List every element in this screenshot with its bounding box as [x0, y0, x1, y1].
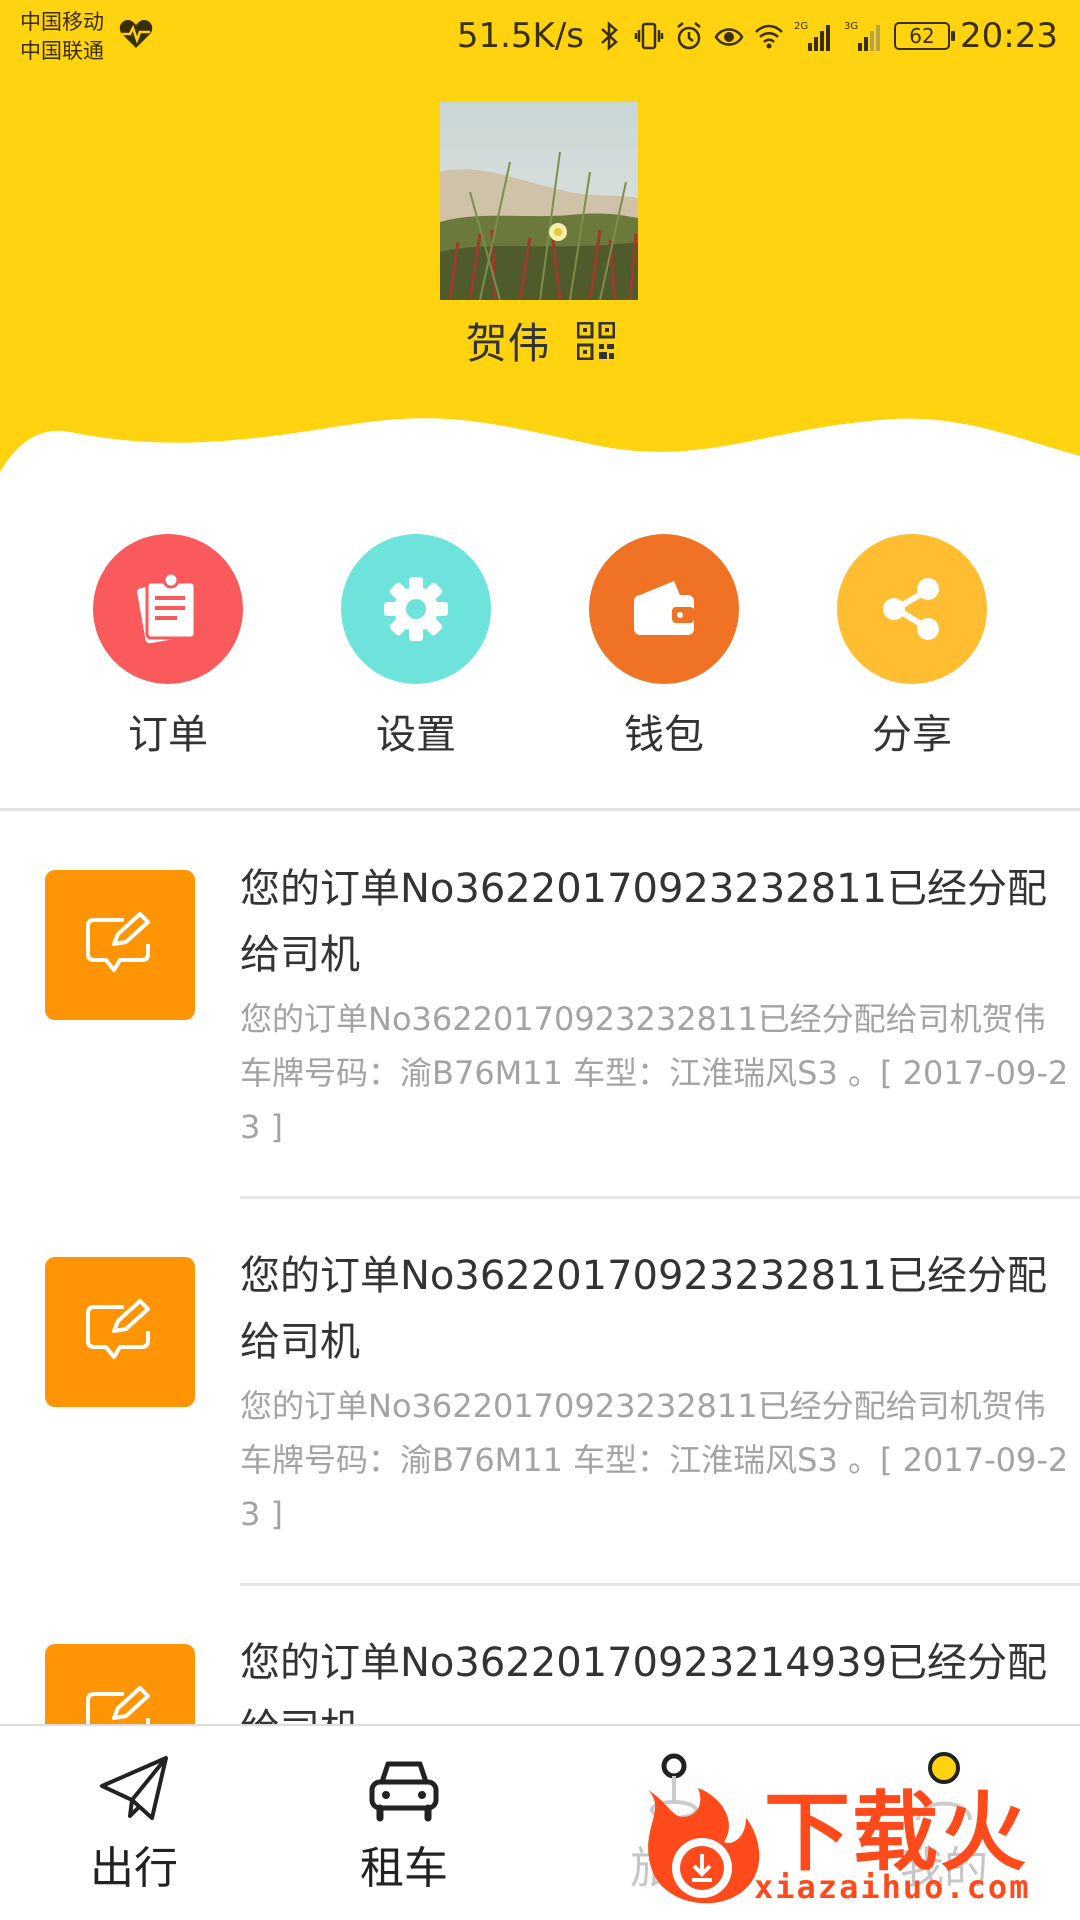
battery-icon: 62 — [894, 22, 956, 50]
alarm-icon — [677, 22, 701, 50]
message-edit-icon — [45, 870, 195, 1020]
signal-2g-icon: 2G — [794, 21, 831, 51]
carrier-label-2: 中国联通 — [20, 39, 104, 63]
quick-item-order[interactable]: 订单 — [58, 534, 278, 760]
nav-item-rent-car[interactable]: 租车 — [304, 1750, 504, 1896]
heart-rate-icon — [119, 20, 153, 48]
message-list[interactable]: 您的订单No36220170923232811已经分配给司机 您的订单No362… — [0, 812, 1080, 1724]
share-icon — [837, 534, 987, 684]
profile-page: 中国移动 中国联通 51.5K/s 2G 3G 62 20:23 贺伟 订单 设… — [0, 0, 1080, 1920]
wallet-icon — [589, 534, 739, 684]
section-divider — [0, 808, 1080, 811]
svg-text:3G: 3G — [844, 21, 858, 32]
message-item[interactable]: 您的订单No36220170923232811已经分配给司机 您的订单No362… — [0, 1199, 1080, 1586]
user-name: 贺伟 — [465, 319, 550, 368]
qr-code-icon[interactable] — [576, 321, 615, 360]
svg-text:2G: 2G — [794, 21, 808, 32]
nav-item-tourism[interactable]: 旅游 — [574, 1750, 774, 1896]
quick-label-share: 分享 — [872, 712, 952, 758]
location-pin-icon — [650, 1753, 698, 1820]
avatar[interactable] — [440, 102, 638, 300]
nav-label-travel: 出行 — [90, 1843, 178, 1894]
status-bar: 中国移动 中国联通 51.5K/s 2G 3G 62 20:23 — [0, 0, 1080, 72]
wifi-icon — [755, 24, 783, 49]
status-icons: 51.5K/s 2G 3G 62 20:23 — [457, 14, 1058, 58]
settings-gear-icon — [341, 534, 491, 684]
message-title: 您的订单No36220170923214939已经分配给司机 — [240, 1640, 1048, 1724]
profile-header: 中国移动 中国联通 51.5K/s 2G 3G 62 20:23 贺伟 — [0, 0, 1080, 500]
user-info: 贺伟 — [0, 310, 1080, 371]
nav-label-tourism: 旅游 — [630, 1843, 718, 1894]
bottom-nav: 出行 租车 旅游 我的 — [0, 1724, 1080, 1920]
message-content: 您的订单No36220170923232811已经分配给司机 您的订单No362… — [240, 1243, 1078, 1541]
clock: 20:23 — [960, 16, 1058, 56]
quick-label-settings: 设置 — [376, 712, 456, 758]
message-title: 您的订单No36220170923232811已经分配给司机 — [240, 866, 1048, 978]
network-speed: 51.5K/s — [456, 16, 585, 56]
message-item[interactable]: 您的订单No36220170923232811已经分配给司机 您的订单No362… — [0, 812, 1080, 1199]
nav-item-travel[interactable]: 出行 — [34, 1750, 234, 1896]
quick-item-wallet[interactable]: 钱包 — [554, 534, 774, 760]
message-detail: 您的订单No36220170923232811已经分配给司机贺伟 车牌号码：渝B… — [240, 1000, 1069, 1146]
nav-item-mine[interactable]: 我的 — [844, 1750, 1044, 1896]
message-item[interactable]: 您的订单No36220170923214939已经分配给司机 — [0, 1586, 1080, 1724]
carrier-info: 中国移动 中国联通 — [20, 8, 104, 66]
quick-label-order: 订单 — [128, 712, 208, 758]
car-icon — [369, 1761, 439, 1822]
quick-menu: 订单 设置 钱包 分享 — [0, 520, 1080, 770]
quick-item-share[interactable]: 分享 — [802, 534, 1022, 760]
message-content: 您的订单No36220170923232811已经分配给司机 您的订单No362… — [240, 856, 1078, 1154]
avatar-photo — [440, 102, 638, 300]
vibrate-icon — [634, 22, 664, 50]
message-edit-icon — [45, 1644, 195, 1724]
message-content: 您的订单No36220170923214939已经分配给司机 — [240, 1630, 1078, 1724]
user-icon — [916, 1752, 972, 1821]
nav-label-mine: 我的 — [900, 1843, 988, 1894]
quick-item-settings[interactable]: 设置 — [306, 534, 526, 760]
quick-label-wallet: 钱包 — [624, 712, 704, 758]
message-edit-icon — [45, 1257, 195, 1407]
paper-plane-icon — [100, 1756, 168, 1820]
nav-label-rent-car: 租车 — [360, 1843, 448, 1894]
order-icon — [93, 534, 243, 684]
carrier-label-1: 中国移动 — [20, 10, 104, 34]
bluetooth-icon — [601, 21, 618, 51]
eye-icon — [714, 28, 744, 46]
message-detail: 您的订单No36220170923232811已经分配给司机贺伟 车牌号码：渝B… — [240, 1387, 1069, 1533]
message-title: 您的订单No36220170923232811已经分配给司机 — [240, 1253, 1048, 1365]
signal-3g-icon: 3G — [844, 21, 881, 51]
